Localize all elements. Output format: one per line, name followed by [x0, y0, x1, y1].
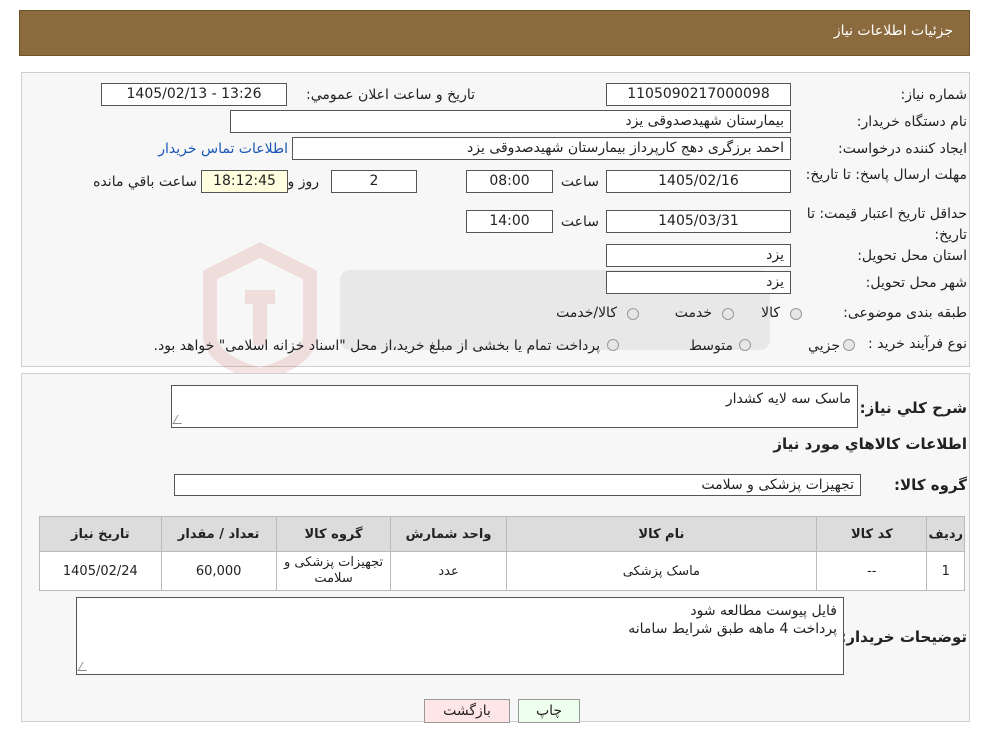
buyer-note-line: پرداخت 4 ماهه طبق شرایط سامانه — [628, 621, 837, 637]
header-group: گروه کالا — [275, 516, 392, 552]
cell-code: -- — [816, 551, 928, 591]
announce-field: 1405/02/13 - 13:26 — [101, 83, 287, 106]
header-row-number: رديف — [926, 516, 965, 552]
city-field: یزد — [606, 271, 791, 294]
resize-grip-icon[interactable] — [77, 662, 92, 671]
remaining-time-field: 18:12:45 — [201, 170, 288, 193]
process-radio-minor[interactable] — [843, 339, 855, 351]
cell-name: ماسک پزشکی — [505, 551, 818, 591]
process-note: پرداخت تمام یا بخشی از مبلغ خرید،از محل … — [153, 338, 600, 354]
goods-info-title: اطلاعات کالاهاي مورد نياز — [773, 435, 967, 453]
creator-label: ایجاد کننده درخواست: — [838, 141, 967, 157]
summary-label: شرح كلي نياز: — [859, 399, 967, 417]
cell-date: 1405/02/24 — [39, 551, 162, 591]
cell-qty: 60,000 — [160, 551, 277, 591]
header-date: تاریخ نیاز — [39, 516, 162, 552]
process-radio-treasury[interactable] — [607, 339, 619, 351]
days-field: 2 — [331, 170, 417, 193]
resize-grip-icon[interactable] — [172, 415, 187, 424]
buyer-note-line: فایل پیوست مطالعه شود — [690, 603, 837, 619]
buyer-contact-link[interactable]: اطلاعات تماس خریدار — [158, 141, 288, 157]
deadline-time-label: ساعت — [560, 174, 599, 190]
category-option-goods-service: کالا/خدمت — [556, 305, 617, 321]
process-option-medium: متوسط — [689, 338, 733, 354]
buyer-notes-label: توضیحات خریدار: — [840, 628, 967, 646]
cell-group: تجهیزات پزشکی و سلامت — [275, 551, 392, 591]
process-radio-medium[interactable] — [739, 339, 751, 351]
need-number-label: شماره نیاز: — [900, 87, 968, 103]
summary-field: ماسک سه لایه کشدار — [171, 385, 858, 428]
remaining-label: ساعت باقي مانده — [93, 174, 197, 190]
cell-unit: عدد — [390, 551, 507, 591]
validity-label: حداقل تاریخ اعتبار قیمت: تا تاریخ: — [806, 206, 967, 243]
buyer-org-label: نام دستگاه خریدار: — [856, 114, 967, 130]
category-option-service: خدمت — [674, 305, 712, 321]
cell-row-number: 1 — [926, 551, 965, 591]
announce-label: تاریخ و ساعت اعلان عمومي: — [306, 87, 475, 103]
page-header: جزئیات اطلاعات نیاز — [19, 10, 970, 56]
buyer-org-field: بیمارستان شهیدصدوقی یزد — [230, 110, 791, 133]
goods-group-label: گروه کالا: — [894, 476, 967, 494]
validity-time-label: ساعت — [560, 214, 599, 230]
need-number-field: 1105090217000098 — [606, 83, 791, 106]
category-label: طبقه بندی موضوعی: — [843, 305, 967, 321]
table-row: 1 -- ماسک پزشکی عدد تجهیزات پزشکی و سلام… — [39, 551, 965, 591]
goods-table: رديف کد کالا نام کالا واحد شمارش گروه کا… — [39, 516, 965, 591]
category-radio-service[interactable] — [722, 308, 734, 320]
category-radio-goods[interactable] — [790, 308, 802, 320]
buyer-notes-field: فایل پیوست مطالعه شود پرداخت 4 ماهه طبق … — [76, 597, 844, 675]
deadline-label: مهلت ارسال پاسخ: تا تاریخ: — [805, 167, 967, 183]
process-option-minor: جزیي — [808, 338, 840, 354]
validity-time-field: 14:00 — [466, 210, 553, 233]
province-field: یزد — [606, 244, 791, 267]
header-unit: واحد شمارش — [390, 516, 507, 552]
days-label: روز و — [287, 174, 320, 190]
header-qty: تعداد / مقدار — [160, 516, 277, 552]
summary-text: ماسک سه لایه کشدار — [725, 391, 851, 407]
print-button[interactable]: چاپ — [518, 699, 580, 723]
back-button[interactable]: بازگشت — [424, 699, 510, 723]
category-radio-goods-service[interactable] — [627, 308, 639, 320]
validity-date-field: 1405/03/31 — [606, 210, 791, 233]
header-code: کد کالا — [816, 516, 928, 552]
process-label: نوع فرآیند خرید : — [868, 336, 967, 352]
city-label: شهر محل تحویل: — [865, 275, 967, 291]
province-label: استان محل تحویل: — [857, 248, 967, 264]
deadline-time-field: 08:00 — [466, 170, 553, 193]
category-option-goods: کالا — [761, 305, 780, 321]
header-name: نام کالا — [505, 516, 818, 552]
page-title: جزئیات اطلاعات نیاز — [833, 23, 953, 39]
deadline-date-field: 1405/02/16 — [606, 170, 791, 193]
table-header-row: رديف کد کالا نام کالا واحد شمارش گروه کا… — [39, 516, 965, 552]
creator-field: احمد برزگری دهج کارپرداز بیمارستان شهیدص… — [292, 137, 791, 160]
goods-group-field: تجهیزات پزشکی و سلامت — [174, 474, 861, 496]
